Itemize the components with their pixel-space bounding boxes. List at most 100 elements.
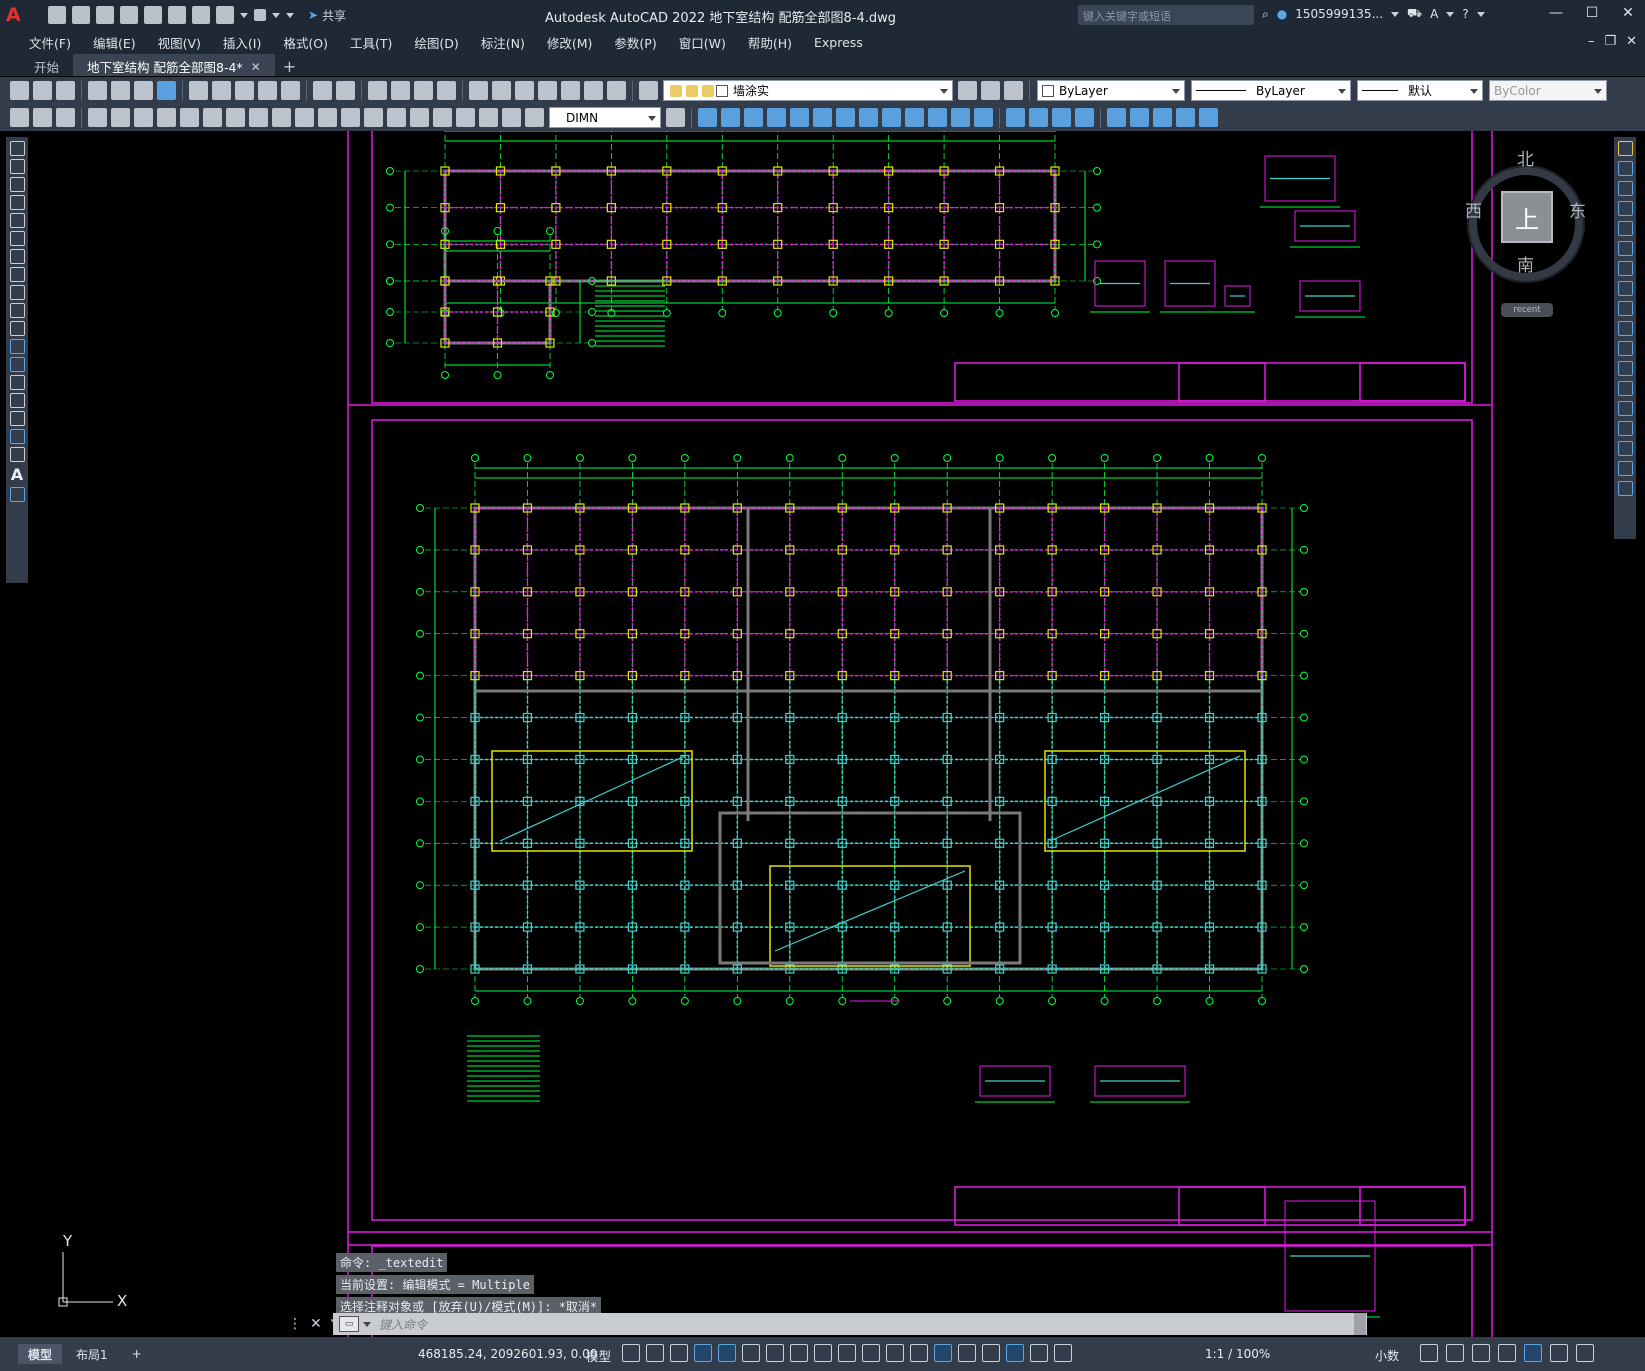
arc-icon[interactable]: [9, 231, 25, 246]
erase-icon[interactable]: [698, 108, 717, 127]
create-block-icon[interactable]: [1130, 108, 1149, 127]
menu-view[interactable]: 视图(V): [147, 33, 212, 52]
break-icon[interactable]: [951, 108, 970, 127]
rectangle-icon[interactable]: [9, 213, 25, 228]
layer-state-icon[interactable]: [1004, 81, 1023, 100]
viewcube-menu[interactable]: recent: [1501, 303, 1553, 317]
array-icon[interactable]: [1617, 221, 1633, 236]
chamfer-icon[interactable]: [1617, 421, 1633, 436]
open-icon[interactable]: [72, 6, 90, 24]
join-icon[interactable]: [1617, 401, 1633, 416]
cut-icon[interactable]: [189, 81, 208, 100]
3d-osnap-icon[interactable]: [910, 1344, 928, 1362]
point-icon[interactable]: [9, 375, 25, 390]
graphics-performance-icon[interactable]: [1498, 1344, 1516, 1362]
mirror-icon[interactable]: [744, 108, 763, 127]
user-icon[interactable]: ●: [1277, 7, 1287, 21]
gizmo-icon[interactable]: [982, 1344, 1000, 1362]
grid-icon[interactable]: [622, 1344, 640, 1362]
point-icon[interactable]: [1153, 108, 1172, 127]
save-icon[interactable]: [96, 6, 114, 24]
object-snap-tracking-icon[interactable]: [790, 1344, 808, 1362]
make-block-icon[interactable]: [9, 357, 25, 372]
quick-dim-icon[interactable]: [272, 108, 291, 127]
compass-west[interactable]: 西: [1465, 197, 1482, 222]
new-icon[interactable]: [48, 6, 66, 24]
drawing-canvas[interactable]: 上 北 南 东 西 recent: [30, 131, 1610, 1337]
circle-icon[interactable]: [9, 249, 25, 264]
customize-qa-icon[interactable]: [286, 12, 294, 18]
undo-icon[interactable]: [216, 6, 234, 24]
redo-icon[interactable]: [336, 81, 355, 100]
save-as-icon[interactable]: [120, 6, 138, 24]
clean-screen-icon[interactable]: [1524, 1344, 1542, 1362]
copy-icon[interactable]: [1617, 161, 1633, 176]
zoom-window-icon[interactable]: [414, 81, 433, 100]
ellipse-arc-icon[interactable]: [9, 321, 25, 336]
hatch-icon[interactable]: [9, 393, 25, 408]
lineweight-dropdown[interactable]: 默认: [1357, 80, 1483, 101]
open-icon[interactable]: [33, 81, 52, 100]
jogged-dim-icon[interactable]: [203, 108, 222, 127]
zoom-previous-icon[interactable]: [437, 81, 456, 100]
make-current-layer-icon[interactable]: [958, 81, 977, 100]
infer-constraints-icon[interactable]: [670, 1344, 688, 1362]
linear-dim-icon[interactable]: [88, 108, 107, 127]
pan-icon[interactable]: [368, 81, 387, 100]
ellipse-icon[interactable]: [9, 303, 25, 318]
units-value[interactable]: 小数: [1375, 1347, 1399, 1364]
explode-icon[interactable]: [1052, 108, 1071, 127]
isolate-objects-icon[interactable]: [1472, 1344, 1490, 1362]
move-icon[interactable]: [813, 108, 832, 127]
object-snap-icon[interactable]: [814, 1344, 832, 1362]
menu-parametric[interactable]: 参数(P): [603, 33, 667, 52]
polygon-icon[interactable]: [9, 195, 25, 210]
array-icon[interactable]: [790, 108, 809, 127]
line-icon[interactable]: [9, 141, 25, 156]
lineweight-icon[interactable]: [838, 1344, 856, 1362]
layer-isolate-icon[interactable]: [10, 108, 29, 127]
hatch-icon[interactable]: [1176, 108, 1195, 127]
close-icon[interactable]: ✕: [1619, 5, 1637, 21]
command-input[interactable]: 键入命令: [379, 1316, 427, 1333]
sheet-set-icon[interactable]: [538, 81, 557, 100]
menu-draw[interactable]: 绘图(D): [403, 33, 469, 52]
lock-icon[interactable]: [702, 84, 714, 97]
share-button[interactable]: ➤ 共享: [308, 7, 346, 24]
spline-icon[interactable]: [9, 285, 25, 300]
chamfer-icon[interactable]: [1006, 108, 1025, 127]
gradient-icon[interactable]: [1199, 108, 1218, 127]
stretch-icon[interactable]: [882, 108, 901, 127]
transparency-icon[interactable]: [862, 1344, 880, 1362]
layer-freeze-icon[interactable]: [56, 108, 75, 127]
menu-dimension[interactable]: 标注(N): [470, 33, 536, 52]
break-at-point-icon[interactable]: [1617, 361, 1633, 376]
break-icon[interactable]: [1617, 381, 1633, 396]
table-icon[interactable]: [9, 447, 25, 462]
dimstyle-dropdown[interactable]: DIMN: [549, 107, 661, 128]
menu-express[interactable]: Express: [803, 35, 874, 50]
construction-line-icon[interactable]: [9, 159, 25, 174]
linetype-dropdown[interactable]: ByLayer: [1191, 80, 1351, 101]
fillet-icon[interactable]: [1617, 441, 1633, 456]
aligned-dim-icon[interactable]: [111, 108, 130, 127]
save-to-web-icon[interactable]: [168, 6, 186, 24]
fillet-icon[interactable]: [1029, 108, 1048, 127]
command-icon[interactable]: ▭: [339, 1316, 359, 1332]
design-center-icon[interactable]: [492, 81, 511, 100]
close-tab-icon[interactable]: ✕: [251, 60, 261, 74]
menu-edit[interactable]: 编辑(E): [82, 33, 147, 52]
coordinates-readout[interactable]: 468185.24, 2092601.93, 0.00: [418, 1347, 597, 1361]
tab-layout1[interactable]: 布局1: [66, 1344, 118, 1364]
layer-previous-icon[interactable]: [981, 81, 1000, 100]
model-space-toggle[interactable]: 模型: [586, 1346, 611, 1365]
plot-icon[interactable]: [192, 6, 210, 24]
user-dropdown-icon[interactable]: [1391, 11, 1400, 17]
markup-icon[interactable]: [561, 81, 580, 100]
inspection-icon[interactable]: [433, 108, 452, 127]
undo-dropdown-icon[interactable]: [240, 12, 248, 18]
tab-model[interactable]: 模型: [18, 1344, 63, 1364]
scale-icon[interactable]: [859, 108, 878, 127]
diameter-dim-icon[interactable]: [226, 108, 245, 127]
dynamic-input-icon[interactable]: [694, 1344, 712, 1362]
